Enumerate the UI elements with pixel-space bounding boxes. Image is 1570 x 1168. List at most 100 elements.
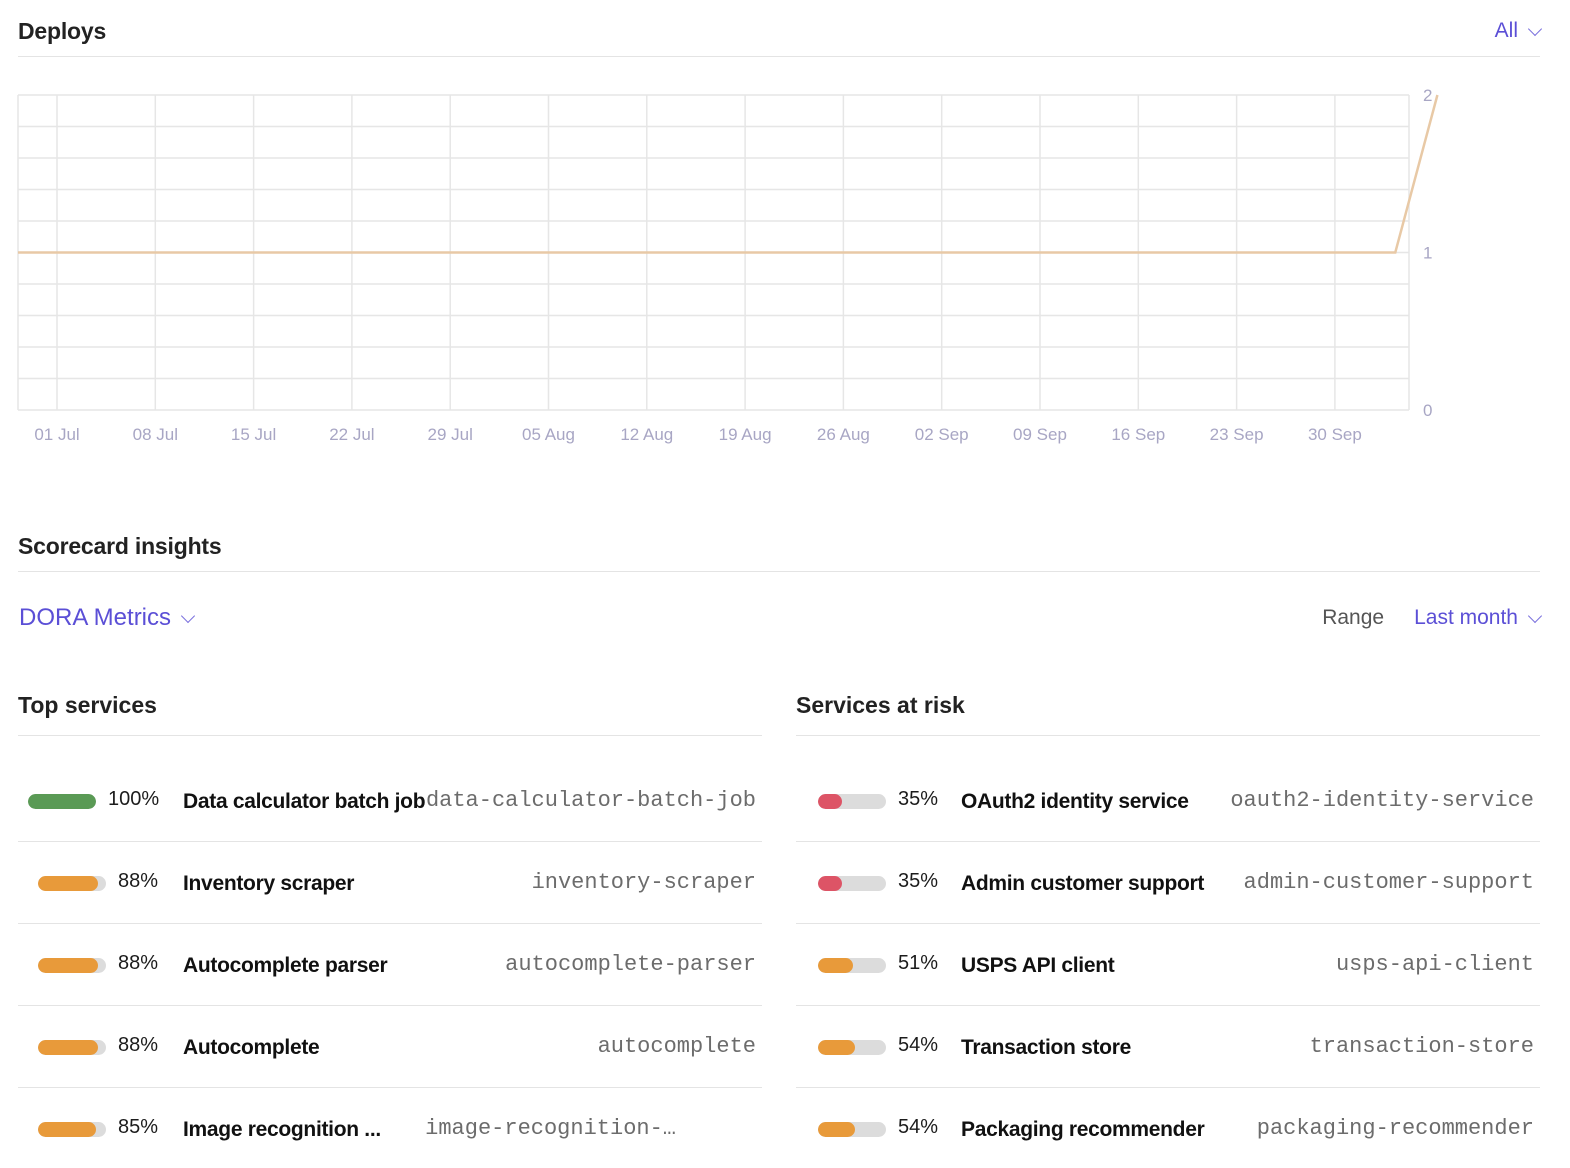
score-percent: 100% xyxy=(108,788,160,810)
service-name[interactable]: Packaging recommender xyxy=(961,1118,1205,1142)
score-percent: 88% xyxy=(118,1034,159,1056)
top-service-row[interactable]: 88% Autocomplete autocomplete xyxy=(18,1006,762,1088)
score-bar xyxy=(818,1122,886,1137)
score-bar-fill xyxy=(38,876,98,891)
score-percent: 51% xyxy=(898,952,939,974)
y-tick-label: 1 xyxy=(1423,244,1432,263)
service-name[interactable]: OAuth2 identity service xyxy=(961,790,1189,814)
range-control: Range Last month xyxy=(1322,606,1543,630)
x-tick-label: 15 Jul xyxy=(231,425,276,444)
risk-service-row[interactable]: 35% Admin customer support admin-customer-… xyxy=(796,842,1540,924)
service-id: admin-customer-support xyxy=(1243,870,1534,895)
services-at-risk-title: Services at risk xyxy=(796,684,1540,736)
x-tick-label: 01 Jul xyxy=(34,425,79,444)
score-bar xyxy=(818,876,886,891)
top-services-title: Top services xyxy=(18,684,762,736)
deploys-filter-dropdown[interactable]: All xyxy=(1494,19,1543,43)
score-percent: 54% xyxy=(898,1034,939,1056)
risk-service-row[interactable]: 54% Packaging recommender packaging-recomm… xyxy=(796,1088,1540,1168)
x-tick-label: 05 Aug xyxy=(522,425,575,444)
scorecard-title: Scorecard insights xyxy=(18,533,222,559)
range-label: Range xyxy=(1322,606,1385,629)
score-percent: 35% xyxy=(898,870,939,892)
score-bar-fill xyxy=(38,1122,96,1137)
x-tick-label: 02 Sep xyxy=(915,425,969,444)
service-name[interactable]: Autocomplete parser xyxy=(183,954,388,978)
x-tick-label: 23 Sep xyxy=(1210,425,1264,444)
range-dropdown[interactable]: Last month xyxy=(1414,606,1543,630)
chevron-down-icon xyxy=(1527,21,1543,36)
score-bar-fill xyxy=(818,1122,855,1137)
service-id: usps-api-client xyxy=(1335,952,1534,977)
score-bar xyxy=(818,1040,886,1055)
score-bar xyxy=(38,1040,106,1055)
score-bar xyxy=(38,876,106,891)
deploys-chart-svg: 01 Jul 08 Jul 15 Jul 22 Jul 29 Jul 05 Aug 12 A… xyxy=(17,86,1439,444)
service-id: transaction-store xyxy=(1309,1034,1534,1059)
score-bar xyxy=(818,958,886,973)
top-service-row[interactable]: 88% Inventory scraper inventory-scraper xyxy=(18,842,762,924)
x-tick-label: 30 Sep xyxy=(1308,425,1362,444)
service-id: inventory-scraper xyxy=(531,870,756,895)
x-tick-label: 26 Aug xyxy=(817,425,870,444)
metric-selector-label: DORA Metrics xyxy=(19,604,172,631)
x-tick-label: 19 Aug xyxy=(719,425,772,444)
x-tick-label: 09 Sep xyxy=(1013,425,1067,444)
risk-service-row[interactable]: 51% USPS API client usps-api-client xyxy=(796,924,1540,1006)
score-percent: 54% xyxy=(898,1116,939,1138)
score-bar-fill xyxy=(818,794,842,809)
service-name[interactable]: Data calculator batch job xyxy=(183,790,426,814)
top-service-row[interactable]: 88% Autocomplete parser autocomplete-parse… xyxy=(18,924,762,1006)
score-bar xyxy=(818,794,886,809)
score-bar-fill xyxy=(38,958,98,973)
x-tick-label: 29 Jul xyxy=(428,425,473,444)
risk-service-row[interactable]: 35% OAuth2 identity service oauth2-identit… xyxy=(796,760,1540,842)
top-services-panel: Top services 100% Data calculator batch j… xyxy=(18,684,762,1168)
services-at-risk-list: 35% OAuth2 identity service oauth2-identit… xyxy=(796,760,1540,1168)
score-bar xyxy=(38,1122,106,1137)
score-bar-fill xyxy=(818,876,842,891)
score-bar-fill xyxy=(38,1040,98,1055)
service-name[interactable]: Image recognition ... xyxy=(183,1118,381,1142)
score-percent: 85% xyxy=(118,1116,159,1138)
service-id: image-recognition-… xyxy=(425,1116,676,1141)
x-tick-label: 12 Aug xyxy=(620,425,673,444)
service-id: autocomplete-parser xyxy=(505,952,756,977)
score-percent: 88% xyxy=(118,952,159,974)
chevron-down-icon xyxy=(1527,608,1543,623)
deploys-title: Deploys xyxy=(18,17,107,44)
deploys-header: Deploys All xyxy=(18,6,1543,57)
service-id: oauth2-identity-service xyxy=(1230,788,1534,813)
scorecard-header: Scorecard insights xyxy=(18,522,1540,572)
x-tick-label: 16 Sep xyxy=(1111,425,1165,444)
scorecard-filter-row: DORA Metrics Range Last month xyxy=(19,598,1543,638)
y-tick-label: 0 xyxy=(1423,401,1432,420)
score-bar-fill xyxy=(28,794,96,809)
top-service-row[interactable]: 100% Data calculator batch job data-calcul… xyxy=(18,760,762,842)
deploys-chart: 01 Jul 08 Jul 15 Jul 22 Jul 29 Jul 05 Aug 12 A… xyxy=(0,80,1570,460)
score-bar xyxy=(38,958,106,973)
score-bar-fill xyxy=(818,1040,855,1055)
score-bar-fill xyxy=(818,958,853,973)
risk-service-row[interactable]: 54% Transaction store transaction-store xyxy=(796,1006,1540,1088)
service-name[interactable]: Autocomplete xyxy=(183,1036,320,1060)
service-name[interactable]: Transaction store xyxy=(961,1036,1131,1060)
metric-selector-dropdown[interactable]: DORA Metrics xyxy=(19,604,196,632)
top-services-list: 100% Data calculator batch job data-calcul… xyxy=(18,760,762,1168)
service-id: autocomplete xyxy=(597,1034,756,1059)
range-value: Last month xyxy=(1414,606,1518,629)
top-service-row[interactable]: 85% Image recognition ... image-recognitio… xyxy=(18,1088,762,1168)
services-at-risk-panel: Services at risk 35% OAuth2 identity serv… xyxy=(796,684,1540,1168)
service-id: data-calculator-batch-job xyxy=(425,788,756,813)
service-name[interactable]: Admin customer support xyxy=(961,872,1204,896)
service-name[interactable]: Inventory scraper xyxy=(183,872,354,896)
score-bar xyxy=(28,794,96,809)
x-tick-label: 08 Jul xyxy=(133,425,178,444)
y-tick-label: 2 xyxy=(1423,86,1432,105)
deploys-filter-label: All xyxy=(1494,19,1518,42)
score-percent: 88% xyxy=(118,870,159,892)
x-tick-label: 22 Jul xyxy=(329,425,374,444)
service-name[interactable]: USPS API client xyxy=(961,954,1115,978)
deploys-series-line xyxy=(18,94,1439,254)
score-percent: 35% xyxy=(898,788,939,810)
